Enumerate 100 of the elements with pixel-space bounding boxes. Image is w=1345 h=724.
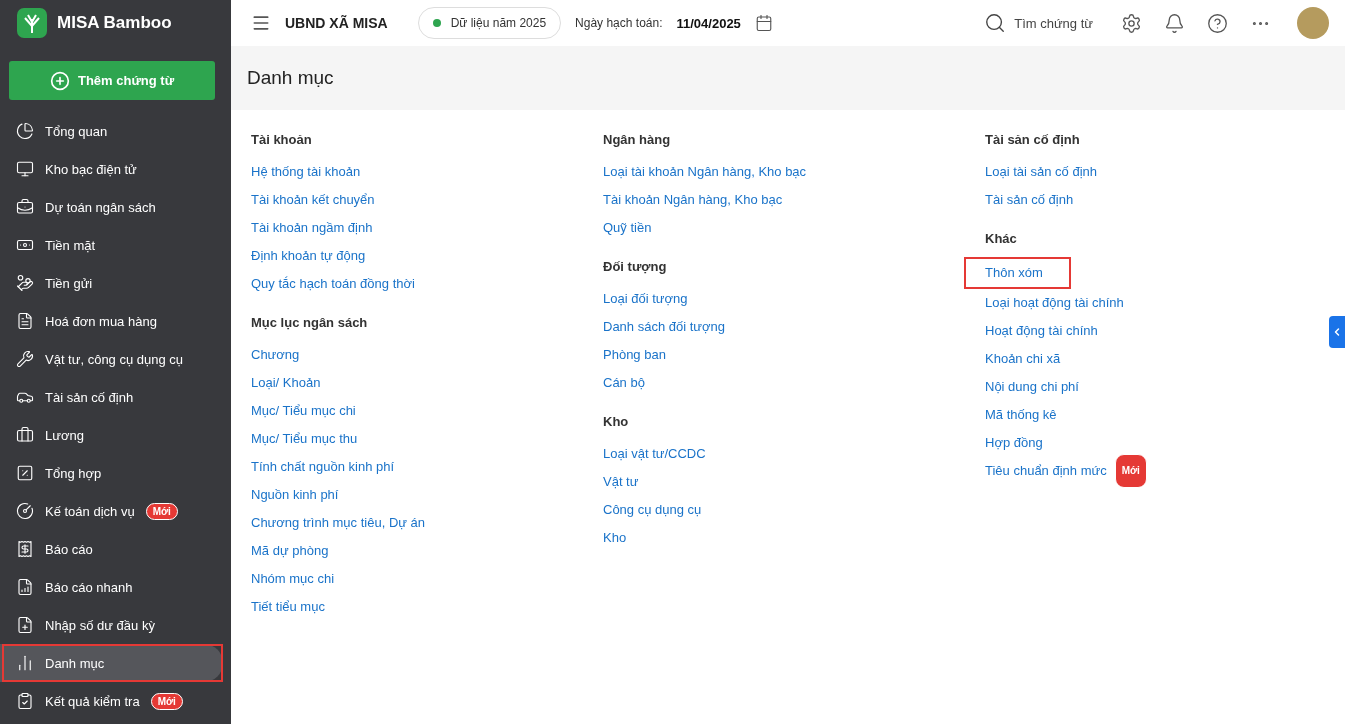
category-link[interactable]: Chương [251,341,300,369]
search-button[interactable]: Tìm chứng từ [978,11,1099,35]
percent-icon [16,464,34,482]
sidebar-label: Kế toán dịch vụ [45,503,135,519]
pie-chart-icon [16,122,34,140]
category-link[interactable]: Loại đối tượng [603,285,688,313]
calendar-icon[interactable] [754,14,773,32]
new-badge: Mới [145,502,178,520]
page-title: Danh mục [247,67,334,89]
category-link[interactable]: Tài sản cố định [985,186,1074,214]
category-link[interactable]: Nguồn kinh phí [251,481,339,509]
category-link[interactable]: Thôn xóm [985,259,1043,287]
settings-icon[interactable] [1121,12,1142,34]
sidebar-label: Báo cáo nhanh [45,579,133,595]
receipt-icon [16,540,34,558]
category-link[interactable]: Loại tài sản cố định [985,158,1098,186]
briefcase-icon [16,198,34,216]
clipboard-check-icon [16,692,34,710]
sidebar-item[interactable]: Lương [0,416,223,454]
category-link[interactable]: Tiêu chuẩn định mức Mới [985,457,1147,485]
new-badge: Mới [1114,454,1147,488]
help-icon[interactable] [1207,12,1228,34]
sidebar-item[interactable]: Dự toán ngân sách [0,188,223,226]
plus-icon [49,70,70,91]
sidebar-label: Lương [45,427,84,443]
sidebar-item[interactable]: Kế toán dịch vụ Mới [0,492,223,530]
gauge-icon [16,502,34,520]
sidebar-label: Báo cáo [45,541,93,557]
logo-icon [17,8,47,38]
category-link[interactable]: Vật tư [603,468,639,496]
sidebar-item[interactable]: Vật tư, công cụ dụng cụ [0,340,223,378]
section-title: Ngân hàng [603,131,672,149]
menu-icon[interactable] [251,13,271,33]
category-link[interactable]: Nội dung chi phí [985,373,1079,401]
category-link[interactable]: Tài khoản Ngân hàng, Kho bạc [603,186,783,214]
category-link[interactable]: Chương trình mục tiêu, Dự án [251,509,426,537]
category-link[interactable]: Quỹ tiền [603,214,652,242]
category-link[interactable]: Loại tài khoản Ngân hàng, Kho bạc [603,158,807,186]
sidebar-item[interactable]: Tổng hợp [0,454,223,492]
category-link[interactable]: Mục/ Tiểu mục chi [251,397,356,425]
sidebar-label: Tiền gửi [45,275,93,291]
sidebar-label: Tài sản cố định [45,389,134,405]
category-link[interactable]: Phòng ban [603,341,666,369]
sidebar-item[interactable]: Tiền gửi [0,264,223,302]
sidebar-label: Dự toán ngân sách [45,199,156,215]
category-link[interactable]: Loại/ Khoản [251,369,321,397]
document-icon [16,312,34,330]
category-link[interactable]: Hoạt động tài chính [985,317,1098,345]
sidebar-item[interactable]: Báo cáo [0,530,223,568]
category-link[interactable]: Tài khoản ngầm định [251,214,373,242]
category-link[interactable]: Định khoản tự động [251,242,366,270]
category-link[interactable]: Kho [603,524,627,552]
category-link[interactable]: Cán bộ [603,369,645,397]
category-link[interactable]: Mã thống kê [985,401,1057,429]
sidebar-item[interactable]: Nhập số dư đầu kỳ [0,606,223,644]
category-link[interactable]: Tiết tiểu mục [251,593,325,621]
wrench-icon [16,350,34,368]
sidebar-item[interactable]: Báo cáo nhanh [0,568,223,606]
document-plus-icon [16,616,34,634]
category-link[interactable]: Danh sách đối tượng [603,313,726,341]
category-link[interactable]: Nhóm mục chi [251,565,335,593]
sidebar-label: Tiền mặt [45,237,96,253]
section-title: Đối tượng [603,258,668,276]
collapse-tab[interactable] [1329,316,1345,348]
posting-date[interactable]: 11/04/2025 [676,15,741,31]
section-title: Tài sản cố định [985,131,1081,149]
category-link[interactable]: Loại vật tư/CCDC [603,440,706,468]
search-icon [984,12,1007,34]
category-link[interactable]: Hợp đồng [985,429,1043,457]
category-link[interactable]: Tính chất nguồn kinh phí [251,453,395,481]
sidebar-item[interactable]: Kết quả kiểm tra Mới [0,682,223,720]
sidebar-item[interactable]: Tổng quan [0,112,223,150]
category-link[interactable]: Mã dự phòng [251,537,329,565]
category-link[interactable]: Quy tắc hạch toán đồng thời [251,270,415,298]
category-link[interactable]: Công cụ dụng cụ [603,496,702,524]
sidebar-label: Tổng hợp [45,465,102,481]
category-link[interactable]: Khoản chi xã [985,345,1061,373]
sidebar-item[interactable]: Hoá đơn mua hàng [0,302,223,340]
sidebar-label: Kết quả kiểm tra [45,693,140,709]
bell-icon[interactable] [1164,12,1185,34]
sidebar-item[interactable]: Danh mục [0,644,223,682]
sidebar-label: Nhập số dư đầu kỳ [45,617,155,633]
category-link[interactable]: Loại hoạt động tài chính [985,289,1124,317]
section-title: Mục lục ngân sách [251,314,369,332]
add-voucher-button[interactable]: Thêm chứng từ [9,61,215,100]
sidebar-label: Danh mục [45,655,105,671]
status-dot [432,19,441,27]
sidebar-item[interactable]: Kho bạc điện tử [0,150,223,188]
organization-name: UBND XÃ MISA [285,15,388,31]
monitor-icon [16,160,34,178]
sidebar-item[interactable]: Tiền mặt [0,226,223,264]
category-link[interactable]: Mục/ Tiểu mục thu [251,425,358,453]
briefcase-icon [16,426,34,444]
coin-hand-icon [16,274,34,292]
avatar[interactable] [1297,7,1329,39]
sidebar-label: Hoá đơn mua hàng [45,313,157,329]
category-link[interactable]: Hệ thống tài khoản [251,158,361,186]
category-link[interactable]: Tài khoản kết chuyển [251,186,375,214]
data-year-selector[interactable]: Dữ liệu năm 2025 [417,7,562,39]
sidebar-item[interactable]: Tài sản cố định [0,378,223,416]
